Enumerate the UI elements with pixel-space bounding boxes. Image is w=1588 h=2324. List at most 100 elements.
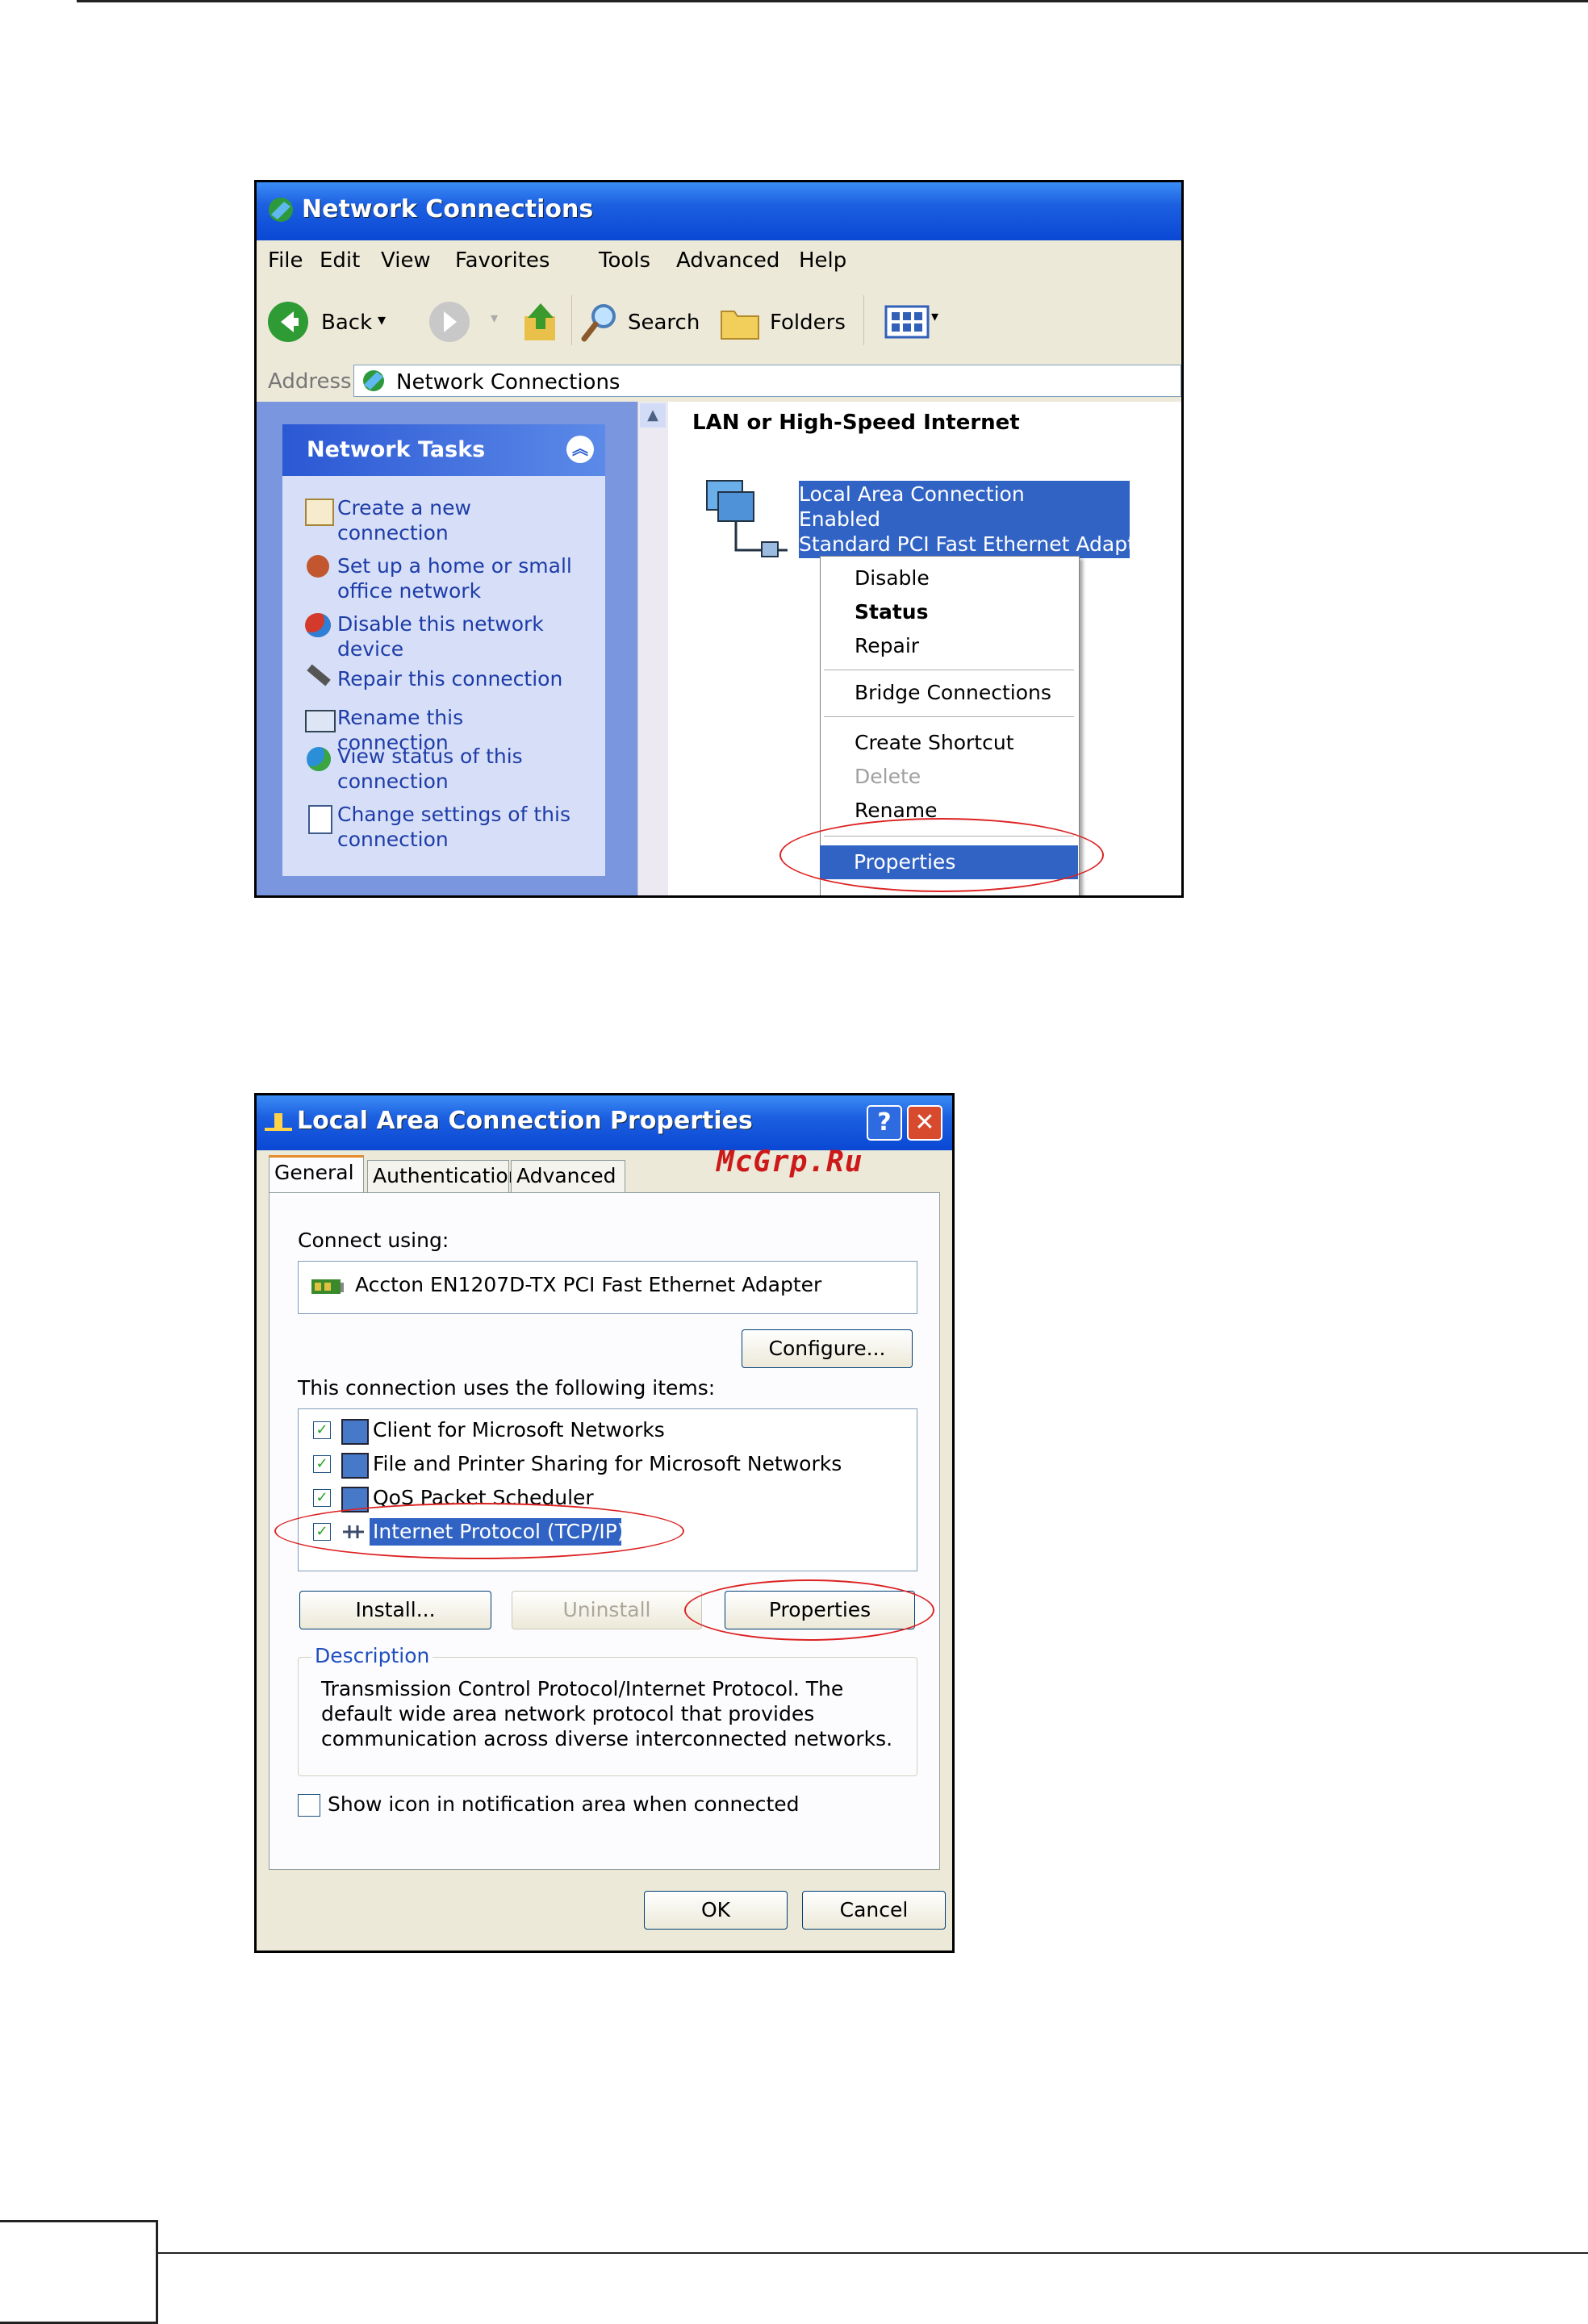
task-label: Set up a home or small office network xyxy=(337,554,572,603)
folders-button[interactable]: Folders xyxy=(720,298,849,344)
connection-name: Local Area Connection xyxy=(799,482,1025,506)
connect-using-label: Connect using: xyxy=(298,1229,449,1252)
menu-item-bridge[interactable]: Bridge Connections xyxy=(855,681,1051,704)
toolbar-separator xyxy=(863,295,864,345)
toolbar-separator xyxy=(571,295,572,345)
adapter-name: Accton EN1207D-TX PCI Fast Ethernet Adap… xyxy=(355,1273,822,1296)
lan-plug-icon xyxy=(265,1113,292,1131)
network-connections-icon xyxy=(269,198,293,222)
views-button[interactable]: ▾ xyxy=(884,303,949,342)
menu-item-delete: Delete xyxy=(855,765,921,788)
help-button[interactable]: ? xyxy=(867,1105,902,1141)
watermark: McGrp.Ru xyxy=(717,1145,863,1179)
item-label: File and Printer Sharing for Microsoft N… xyxy=(373,1452,842,1475)
network-tasks-header[interactable]: Network Tasks ︽ xyxy=(282,424,605,476)
menu-item-status[interactable]: Status xyxy=(855,600,928,624)
task-label: Change settings of this connection xyxy=(337,803,570,851)
show-icon-label: Show icon in notification area when conn… xyxy=(328,1792,800,1816)
highlight-oval xyxy=(274,1503,684,1559)
menu-view[interactable]: View xyxy=(381,248,431,273)
menu-edit[interactable]: Edit xyxy=(320,248,360,273)
selected-connection[interactable]: Local Area Connection Enabled Standard P… xyxy=(799,481,1156,558)
back-dropdown-icon[interactable]: ▾ xyxy=(378,310,386,329)
lan-connection-icon[interactable] xyxy=(699,473,792,561)
description-text: Transmission Control Protocol/Internet P… xyxy=(321,1677,893,1750)
menu-bar: File Edit View Favorites Tools Advanced … xyxy=(257,240,1181,282)
toolbar: Back ▾ ▾ Search Folders ▾ xyxy=(257,281,1181,362)
menu-item-disable[interactable]: Disable xyxy=(855,566,930,590)
menu-separator xyxy=(824,716,1074,717)
adapter-field: Accton EN1207D-TX PCI Fast Ethernet Adap… xyxy=(298,1261,917,1314)
tab-advanced[interactable]: Advanced xyxy=(511,1160,625,1192)
client-network-icon xyxy=(341,1419,369,1445)
title-bar: Local Area Connection Properties ? ✕ xyxy=(257,1095,952,1150)
menu-favorites[interactable]: Favorites xyxy=(455,248,550,273)
rename-icon xyxy=(305,710,336,732)
show-icon-checkbox[interactable] xyxy=(298,1794,320,1817)
search-button[interactable]: Search xyxy=(581,298,702,344)
item-checkbox[interactable]: ✓ xyxy=(313,1489,331,1507)
item-checkbox[interactable]: ✓ xyxy=(313,1421,331,1439)
menu-tools[interactable]: Tools xyxy=(599,248,650,273)
page-number-box xyxy=(0,2220,158,2324)
ok-button[interactable]: OK xyxy=(644,1891,788,1930)
back-label: Back xyxy=(321,311,373,335)
new-connection-icon xyxy=(305,499,334,526)
lac-properties-dialog: Local Area Connection Properties ? ✕ Gen… xyxy=(254,1093,955,1953)
views-grid-icon xyxy=(884,305,930,339)
uninstall-button: Uninstall xyxy=(512,1591,702,1629)
tab-authentication[interactable]: Authentication xyxy=(367,1160,521,1192)
file-sharing-icon xyxy=(341,1453,369,1479)
connection-device: Standard PCI Fast Ethernet Adapter xyxy=(799,532,1156,556)
close-button[interactable]: ✕ xyxy=(907,1105,942,1141)
collapse-chevron-icon[interactable]: ︽ xyxy=(566,436,594,463)
item-checkbox[interactable]: ✓ xyxy=(313,1455,331,1473)
network-adapter-icon xyxy=(311,1279,344,1294)
home-network-icon xyxy=(307,555,329,578)
dialog-title: Local Area Connection Properties xyxy=(297,1107,753,1135)
search-label: Search xyxy=(628,311,700,335)
disable-device-icon xyxy=(305,613,331,637)
section-header: LAN or High-Speed Internet xyxy=(692,411,1020,435)
configure-button[interactable]: Configure... xyxy=(742,1329,913,1368)
settings-document-icon xyxy=(308,805,332,834)
scroll-up-icon[interactable]: ▲ xyxy=(640,403,666,428)
folders-label: Folders xyxy=(770,311,846,335)
forward-arrow-icon[interactable] xyxy=(428,300,471,344)
back-button[interactable]: Back ▾ xyxy=(265,298,394,344)
up-folder-icon[interactable] xyxy=(521,300,562,344)
task-label: Create a new connection xyxy=(337,496,471,544)
address-value: Network Connections xyxy=(396,370,621,394)
address-label: Address xyxy=(268,369,352,394)
menu-item-create-shortcut[interactable]: Create Shortcut xyxy=(855,731,1014,754)
page-bottom-rule xyxy=(157,2252,1588,2254)
menu-help[interactable]: Help xyxy=(799,248,846,273)
menu-item-repair[interactable]: Repair xyxy=(855,634,919,657)
window-title: Network Connections xyxy=(302,195,594,223)
cancel-button[interactable]: Cancel xyxy=(802,1891,946,1930)
item-label: Client for Microsoft Networks xyxy=(373,1418,665,1442)
task-label: View status of this connection xyxy=(337,745,523,793)
network-tasks-title: Network Tasks xyxy=(307,437,486,462)
task-label: Repair this connection xyxy=(337,667,563,691)
folders-icon xyxy=(721,311,759,340)
highlight-oval xyxy=(779,818,1104,892)
menu-advanced[interactable]: Advanced xyxy=(676,248,779,273)
menu-file[interactable]: File xyxy=(268,248,303,273)
tab-general[interactable]: General xyxy=(269,1155,364,1192)
forward-dropdown-icon: ▾ xyxy=(491,310,499,327)
page-top-rule xyxy=(77,0,1588,2)
network-connections-window: Network Connections File Edit View Favor… xyxy=(254,180,1184,898)
address-field[interactable]: Network Connections xyxy=(353,365,1181,397)
install-button[interactable]: Install... xyxy=(299,1591,491,1629)
connection-status: Enabled xyxy=(799,507,881,531)
status-globe-icon xyxy=(307,747,331,771)
vertical-scrollbar[interactable]: ▲ xyxy=(637,402,669,895)
views-dropdown-icon: ▾ xyxy=(931,308,939,325)
search-icon xyxy=(581,304,616,342)
title-bar: Network Connections xyxy=(257,182,1181,240)
description-label: Description xyxy=(311,1644,433,1667)
address-bar: Address Network Connections xyxy=(257,361,1181,403)
highlight-oval xyxy=(684,1579,934,1641)
task-label: Disable this network device xyxy=(337,612,544,661)
